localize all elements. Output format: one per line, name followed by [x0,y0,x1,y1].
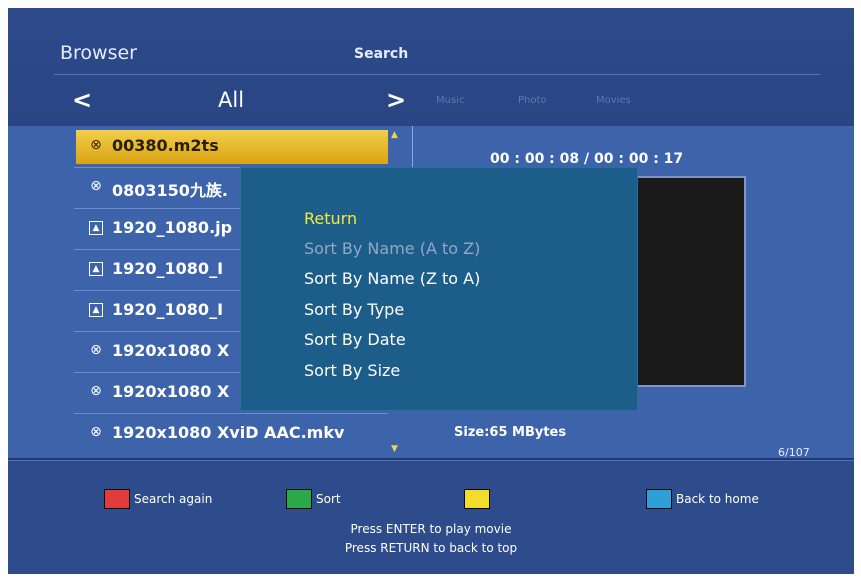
tab-music[interactable]: Music [436,95,464,106]
row-divider [74,413,388,414]
search-again-label: Search again [134,492,213,506]
back-to-home-label: Back to home [676,492,759,506]
menu-item-return[interactable]: Return [304,209,357,228]
file-name: 00380.m2ts [112,136,219,155]
file-name: 1920_1080_I [112,259,224,278]
file-name: 1920x1080 X [112,341,230,360]
file-name: 1920x1080 X [112,382,230,401]
sort-label: Sort [316,492,341,506]
header-bar: Browser Search < All > Music Photo Movie… [8,8,854,126]
tab-photo[interactable]: Photo [518,95,547,106]
header-divider [54,74,820,75]
file-name: 1920x1080 XviD AAC.mkv [112,423,345,442]
file-name: 0803150九族. [112,181,229,200]
page-title: Browser [60,42,137,64]
scroll-down-arrow-icon[interactable]: ▼ [391,444,398,454]
menu-item-sort-name-asc[interactable]: Sort By Name (A to Z) [304,239,480,258]
video-icon: ⊗ [90,137,102,153]
scroll-up-arrow-icon[interactable]: ▲ [391,130,398,140]
menu-item-sort-name-desc[interactable]: Sort By Name (Z to A) [304,269,480,288]
image-icon: ▲ [89,221,103,235]
yellow-button-icon[interactable] [464,489,490,509]
next-category-button[interactable]: > [386,86,406,114]
category-label: All [218,88,245,112]
item-counter: 6/107 [778,446,810,459]
hint-return: Press RETURN to back to top [344,541,518,555]
red-button-icon[interactable] [104,489,130,509]
video-icon: ⊗ [90,383,102,399]
image-icon: ▲ [89,262,103,276]
footer-bar: Search again Sort Back to home Press ENT… [8,460,854,574]
file-name: 1920_1080.jp [112,218,233,237]
file-row-selected[interactable]: ⊗ 00380.m2ts [76,130,388,164]
media-browser-screen: Browser Search < All > Music Photo Movie… [8,8,854,574]
tab-movies[interactable]: Movies [596,95,631,106]
blue-button-icon[interactable] [646,489,672,509]
menu-item-sort-type[interactable]: Sort By Type [304,300,404,319]
file-size: Size:65 MBytes [454,425,567,440]
sort-menu-popup: Return Sort By Name (A to Z) Sort By Nam… [240,167,638,411]
hint-enter: Press ENTER to play movie [350,522,512,536]
playback-time: 00 : 00 : 08 / 00 : 00 : 17 [490,151,684,167]
file-row[interactable]: ⊗ 1920x1080 XviD AAC.mkv [76,417,388,451]
green-button-icon[interactable] [286,489,312,509]
menu-item-sort-size[interactable]: Sort By Size [304,361,400,380]
menu-item-sort-date[interactable]: Sort By Date [304,330,406,349]
video-icon: ⊗ [90,342,102,358]
video-icon: ⊗ [90,424,102,440]
image-icon: ▲ [89,303,103,317]
file-name: 1920_1080_I [112,300,224,319]
preview-thumbnail [632,176,746,387]
prev-category-button[interactable]: < [72,86,92,114]
video-icon: ⊗ [90,178,102,194]
search-tab[interactable]: Search [354,46,408,62]
